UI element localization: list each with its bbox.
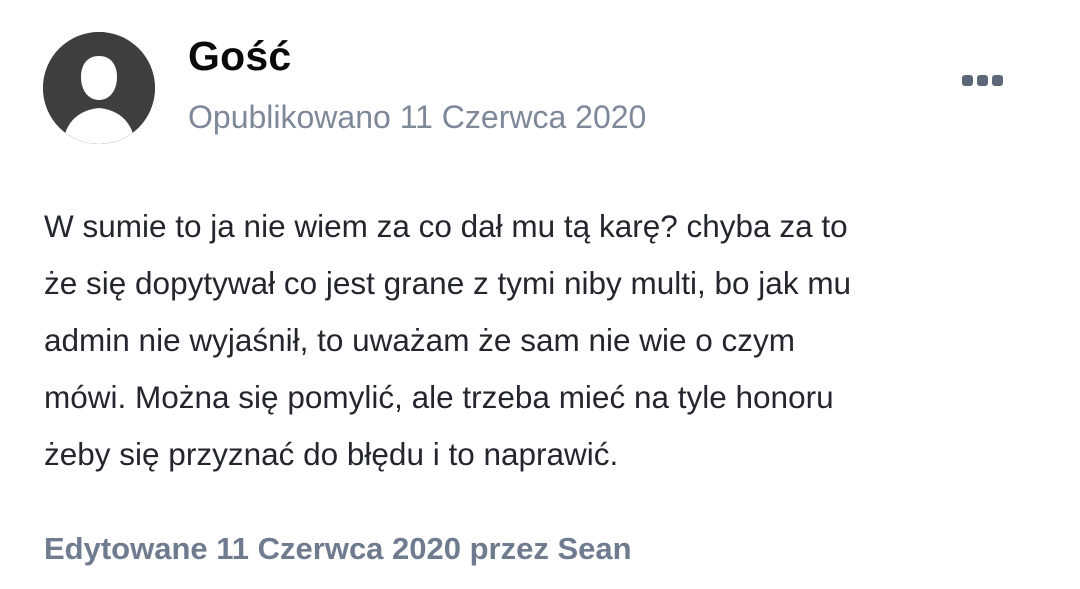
post-body: W sumie to ja nie wiem za co dał mu tą k… — [44, 198, 1044, 483]
ellipsis-dot-icon — [976, 74, 988, 86]
post-options-button[interactable] — [955, 64, 1009, 96]
author-name[interactable]: Gość — [188, 30, 291, 82]
user-silhouette-icon — [43, 32, 155, 144]
post-date: Opublikowano 11 Czerwca 2020 — [188, 99, 647, 135]
post-body-line: że się dopytywał co jest grane z tymi ni… — [44, 265, 852, 301]
ellipsis-dot-icon — [961, 74, 973, 86]
post-body-line: mówi. Można się pomylić, ale trzeba mieć… — [44, 379, 834, 415]
edit-notice: Edytowane 11 Czerwca 2020 przez Sean — [44, 531, 632, 566]
ellipsis-dot-icon — [991, 74, 1003, 86]
post-body-line: W sumie to ja nie wiem za co dał mu tą k… — [44, 208, 848, 244]
avatar[interactable] — [43, 32, 155, 144]
post-body-line: żeby się przyznać do błędu i to naprawić… — [44, 436, 619, 472]
forum-post: Gość Opublikowano 11 Czerwca 2020 W sumi… — [0, 0, 1080, 589]
post-body-line: admin nie wyjaśnił, to uważam że sam nie… — [44, 322, 796, 358]
